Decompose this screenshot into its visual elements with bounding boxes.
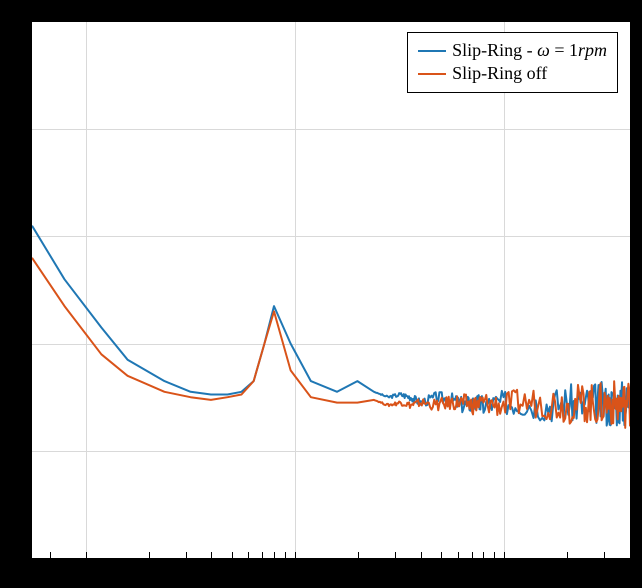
series-slip-ring-off (32, 258, 630, 428)
legend-swatch-icon (418, 73, 446, 75)
legend-item-0: Slip-Ring - ω = 1rpm (418, 39, 607, 62)
plot-area: Slip-Ring - ω = 1rpm Slip-Ring off (30, 20, 632, 560)
legend-swatch-icon (418, 50, 446, 52)
legend-label: Slip-Ring - ω = 1rpm (452, 39, 607, 62)
legend-item-1: Slip-Ring off (418, 62, 607, 85)
legend-label: Slip-Ring off (452, 62, 547, 85)
chart-svg (32, 22, 630, 558)
series-slip-ring-on (32, 226, 630, 426)
legend: Slip-Ring - ω = 1rpm Slip-Ring off (407, 32, 618, 93)
